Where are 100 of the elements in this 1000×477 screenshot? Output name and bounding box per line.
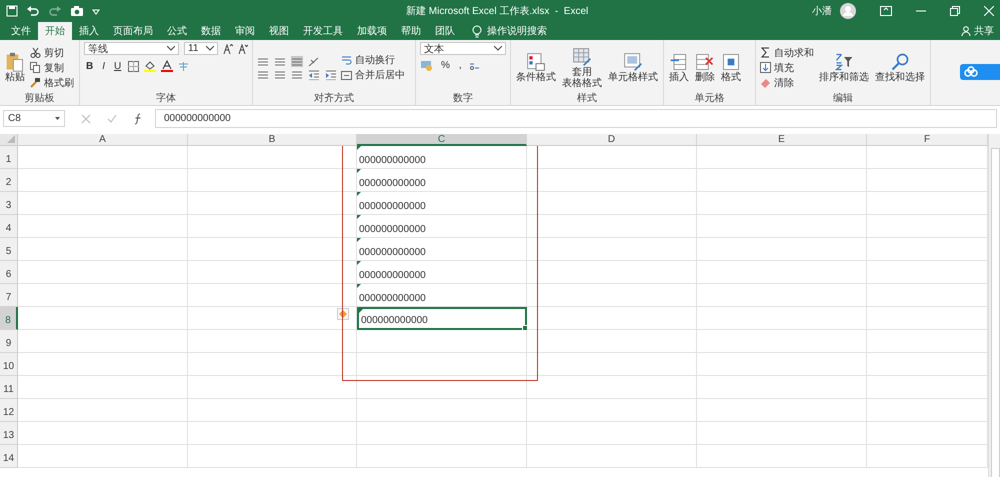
table-cell[interactable] xyxy=(697,169,867,192)
table-cell[interactable] xyxy=(697,146,867,169)
table-cell[interactable] xyxy=(18,284,188,307)
ribbon-tab[interactable]: 页面布局 xyxy=(106,22,160,40)
row-header[interactable]: 13 xyxy=(0,422,18,445)
cloud-button[interactable] xyxy=(960,64,1000,80)
ribbon-display-icon[interactable] xyxy=(880,6,892,16)
camera-icon[interactable] xyxy=(70,5,84,17)
name-box[interactable]: C8 xyxy=(3,110,65,127)
table-cell[interactable] xyxy=(18,399,188,422)
comma-button[interactable]: , xyxy=(456,60,464,71)
fill-handle[interactable] xyxy=(522,325,528,331)
row-header[interactable]: 1 xyxy=(0,146,18,169)
cut-button[interactable]: 剪切 xyxy=(30,46,74,59)
table-cell[interactable] xyxy=(18,169,188,192)
shrink-font-icon[interactable] xyxy=(238,44,248,54)
save-icon[interactable] xyxy=(6,5,18,17)
share-button[interactable]: 共享 xyxy=(961,22,994,40)
function-icon[interactable] xyxy=(133,112,143,124)
table-cell[interactable] xyxy=(697,422,867,445)
vertical-scrollbar[interactable] xyxy=(988,134,1000,477)
scrollbar-thumb[interactable] xyxy=(991,148,1000,477)
table-cell[interactable] xyxy=(188,284,357,307)
table-cell[interactable] xyxy=(527,376,697,399)
table-cell[interactable] xyxy=(697,353,867,376)
row-header[interactable]: 12 xyxy=(0,399,18,422)
table-cell[interactable] xyxy=(18,238,188,261)
row-header[interactable]: 8 xyxy=(0,307,18,330)
ribbon-tab[interactable]: 公式 xyxy=(160,22,194,40)
bottom-align-icon[interactable] xyxy=(291,56,303,66)
table-cell[interactable] xyxy=(527,192,697,215)
ribbon-tab[interactable]: 文件 xyxy=(4,22,38,40)
column-header[interactable]: E xyxy=(697,134,867,146)
table-cell[interactable] xyxy=(527,238,697,261)
restore-icon[interactable] xyxy=(950,6,960,16)
increase-indent-icon[interactable] xyxy=(325,68,337,80)
table-cell[interactable] xyxy=(697,261,867,284)
column-header[interactable]: C xyxy=(357,134,527,146)
tell-me-search[interactable]: 操作说明搜索 xyxy=(472,22,547,40)
number-format-dropdown[interactable]: 文本 xyxy=(420,42,506,55)
table-cell[interactable]: 000000000000 xyxy=(357,215,527,238)
table-cell[interactable] xyxy=(18,376,188,399)
table-cell[interactable] xyxy=(188,353,357,376)
ribbon-tab[interactable]: 审阅 xyxy=(228,22,262,40)
table-cell[interactable] xyxy=(697,238,867,261)
table-cell[interactable]: 000000000000 xyxy=(357,238,527,261)
table-cell[interactable] xyxy=(527,422,697,445)
insert-button[interactable]: 插入 xyxy=(668,52,690,83)
table-cell[interactable] xyxy=(697,192,867,215)
table-cell[interactable] xyxy=(188,215,357,238)
table-format-button[interactable]: 套用 表格格式 xyxy=(561,46,603,88)
table-cell[interactable]: 000000000000 xyxy=(357,261,527,284)
table-cell[interactable] xyxy=(18,215,188,238)
table-cell[interactable] xyxy=(357,330,527,353)
table-cell[interactable]: 000000000000 xyxy=(357,192,527,215)
table-cell[interactable] xyxy=(697,284,867,307)
copy-button[interactable]: 复制 xyxy=(30,61,74,74)
table-cell[interactable] xyxy=(357,422,527,445)
paste-button[interactable]: 粘贴 xyxy=(4,52,26,83)
table-cell[interactable] xyxy=(18,330,188,353)
ribbon-tab[interactable]: 数据 xyxy=(194,22,228,40)
undo-icon[interactable] xyxy=(26,5,40,17)
delete-button[interactable]: 删除 xyxy=(694,52,716,83)
table-cell[interactable] xyxy=(527,169,697,192)
table-cell[interactable] xyxy=(527,399,697,422)
table-cell[interactable]: 000000000000 xyxy=(357,284,527,307)
select-all-button[interactable] xyxy=(0,134,18,146)
row-header[interactable]: 6 xyxy=(0,261,18,284)
table-cell[interactable] xyxy=(188,330,357,353)
table-cell[interactable] xyxy=(188,399,357,422)
wrap-text-button[interactable]: 自动换行 xyxy=(341,54,405,66)
ribbon-tab[interactable]: 开发工具 xyxy=(296,22,350,40)
enter-icon[interactable] xyxy=(107,114,117,124)
table-cell[interactable]: 000000000000 xyxy=(357,146,527,169)
column-header[interactable]: D xyxy=(527,134,697,146)
avatar-icon[interactable] xyxy=(840,3,856,19)
clear-button[interactable]: 清除 xyxy=(760,76,814,89)
redo-icon[interactable] xyxy=(48,5,62,17)
table-cell[interactable] xyxy=(527,284,697,307)
table-cell[interactable] xyxy=(188,261,357,284)
row-header[interactable]: 5 xyxy=(0,238,18,261)
italic-button[interactable]: I xyxy=(100,60,108,72)
right-align-icon[interactable] xyxy=(291,68,303,80)
row-header[interactable]: 11 xyxy=(0,376,18,399)
ribbon-tab[interactable]: 开始 xyxy=(38,22,72,40)
table-cell[interactable] xyxy=(188,376,357,399)
table-cell[interactable] xyxy=(18,307,188,330)
ribbon-tab[interactable]: 帮助 xyxy=(394,22,428,40)
ribbon-tab[interactable]: 团队 xyxy=(428,22,462,40)
table-cell[interactable] xyxy=(527,307,697,330)
ribbon-tab[interactable]: 加载项 xyxy=(350,22,394,40)
row-header[interactable]: 10 xyxy=(0,353,18,376)
row-header[interactable]: 7 xyxy=(0,284,18,307)
table-cell[interactable] xyxy=(357,376,527,399)
table-cell[interactable] xyxy=(697,399,867,422)
table-cell[interactable] xyxy=(527,215,697,238)
cancel-icon[interactable] xyxy=(81,114,91,124)
fill-color-icon[interactable] xyxy=(144,60,156,72)
formula-field[interactable]: 000000000000 xyxy=(155,109,997,128)
left-align-icon[interactable] xyxy=(257,68,269,80)
